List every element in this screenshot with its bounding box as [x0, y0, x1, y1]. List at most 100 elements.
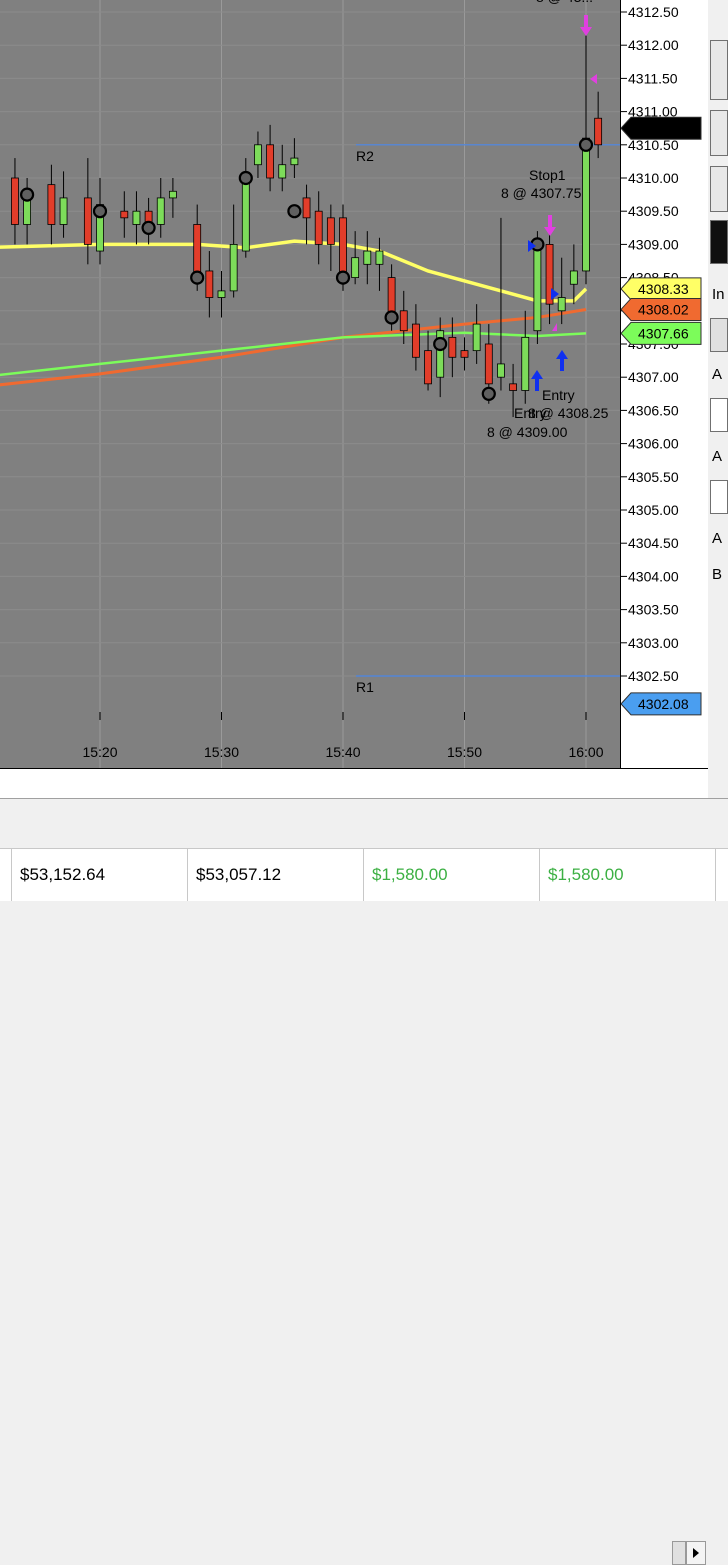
candle-bear [509, 383, 518, 391]
r1-label: R1 [356, 679, 374, 695]
candle-bear [266, 144, 275, 179]
candle-bull [375, 250, 384, 265]
panel-button[interactable] [710, 166, 728, 212]
pivot-marker [384, 310, 399, 325]
account-cell: $53,152.64 [12, 849, 188, 901]
candle-bear [83, 197, 92, 245]
right-side-panel: In A A A B [708, 0, 728, 900]
entry-fill-label: 8 @ 4309.00 [487, 424, 568, 440]
candle-bear [302, 197, 311, 219]
candle-bull [229, 243, 238, 292]
entry-fill-label: 8 @ 4308.25 [528, 405, 609, 421]
candle-bear [448, 336, 457, 358]
sell-marker-icon [552, 323, 557, 331]
panel-input[interactable] [710, 398, 728, 432]
candle-bear [193, 224, 202, 278]
ma-green-marker-text: 4307.66 [638, 325, 689, 341]
entry-marker-icon [551, 288, 559, 300]
pivot-marker [578, 137, 594, 152]
price-chart[interactable]: R2R1Stop18 @ 4307.75EntryEntry8 @ 4308.2… [0, 0, 620, 768]
time-tick-label: 15:50 [447, 744, 482, 760]
candle-bear [411, 323, 420, 358]
r2-label: R2 [356, 148, 374, 164]
candle-bear [11, 177, 19, 225]
price-tick-label: 4311.50 [628, 70, 678, 86]
candle-bear [339, 217, 347, 278]
candle-bull [472, 323, 481, 352]
stop-label: Stop1 [529, 167, 566, 183]
candle-bull [241, 177, 250, 252]
pivot-marker [287, 204, 302, 219]
pivot-marker [335, 270, 351, 285]
time-tick-label: 15:40 [325, 744, 360, 760]
time-axis [0, 768, 708, 1565]
candle-bear [47, 184, 56, 225]
candle-bull [533, 243, 542, 332]
candle-bull [278, 164, 287, 179]
candle-bull [521, 336, 530, 391]
pivot-marker [141, 220, 156, 235]
price-tick-label: 4305.00 [628, 502, 679, 518]
scrollbar-thumb[interactable] [672, 1541, 686, 1565]
candle-bull [290, 157, 299, 166]
candle-bull [254, 144, 262, 166]
candle-bull [217, 290, 226, 298]
candle-bull [351, 257, 360, 278]
ma-yellow-marker-text: 4308.33 [638, 281, 689, 297]
candle-bear [314, 210, 323, 245]
panel-label: In [712, 286, 725, 303]
candle-bull [497, 363, 505, 378]
candle-bear [484, 343, 493, 385]
price-tick-label: 4304.50 [628, 535, 679, 551]
status-strip [0, 798, 728, 849]
stop-fill-label: 8 @ 4307.75 [501, 185, 582, 201]
panel-button[interactable] [710, 40, 728, 100]
candle-bear [399, 310, 408, 332]
panel-color-swatch[interactable] [710, 220, 728, 264]
time-tick-label: 15:20 [82, 744, 117, 760]
pivot-marker [238, 170, 253, 186]
r1-price-marker-text: 4302.08 [638, 696, 689, 712]
pivot-marker [481, 386, 496, 401]
price-tick-label: 4312.00 [628, 37, 679, 53]
panel-label: B [712, 566, 723, 583]
price-tick-label: 4309.50 [628, 203, 679, 219]
price-tick-label: 4306.50 [628, 402, 679, 418]
scroll-right-icon[interactable] [686, 1541, 706, 1565]
pivot-marker [92, 204, 108, 219]
panel-field[interactable] [710, 318, 728, 352]
candle-bull [132, 210, 141, 225]
price-tick-label: 4303.00 [628, 635, 679, 651]
price-axis-svg: 4312.504312.004311.504311.004310.504310.… [621, 4, 702, 716]
panel-input[interactable] [710, 480, 728, 514]
pivot-marker [433, 336, 448, 352]
candle-bear [594, 117, 603, 146]
account-cell-positive: $1,580.00 [364, 849, 540, 901]
candle-bull [582, 137, 590, 272]
price-tick-label: 4304.00 [628, 568, 679, 584]
chart-plot-area[interactable]: R2 R1 Stop1 8 @ 4307.75 Entry Entry 8 @ 4308.2… [0, 0, 620, 768]
current-price-marker-text: 4310.75 [638, 120, 689, 136]
sell-arrow-icon [580, 15, 592, 36]
price-tick-label: 4312.50 [628, 4, 679, 20]
price-tick-label: 4303.50 [628, 602, 679, 618]
panel-button[interactable] [710, 110, 728, 156]
price-tick-label: 4307.00 [628, 369, 679, 385]
panel-label: A [712, 448, 723, 465]
price-tick-label: 4305.50 [628, 469, 679, 485]
top-fill-label: 8 @ 43... [536, 0, 593, 5]
price-tick-label: 4309.00 [628, 236, 679, 252]
candle-bull [156, 197, 165, 225]
panel-label: A [712, 366, 723, 383]
account-cell-positive: $1,580.00 [540, 849, 716, 901]
ma-orange-marker-text: 4308.02 [638, 301, 689, 317]
sell-arrow-icon [544, 215, 556, 236]
price-tick-label: 4302.50 [628, 668, 679, 684]
candle-bull [557, 297, 566, 312]
sell-marker-icon [590, 74, 597, 84]
account-cell: $53,057.12 [188, 849, 364, 901]
time-tick-label: 16:00 [568, 744, 603, 760]
pivot-marker [190, 270, 205, 285]
candle-bear [120, 210, 129, 219]
ma-orange-line [0, 307, 587, 387]
